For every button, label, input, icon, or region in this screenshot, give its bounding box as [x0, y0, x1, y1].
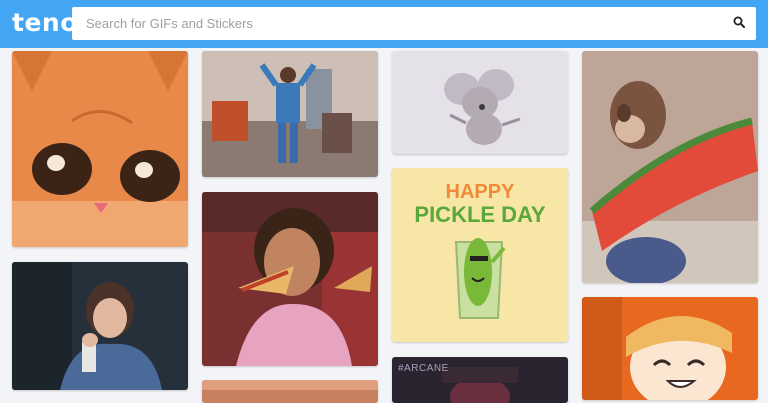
dancing-man-image: [202, 51, 378, 177]
mouse-image: [392, 51, 568, 154]
gif-tile-arcane[interactable]: #ARCANE: [392, 357, 568, 403]
partial-image: [202, 380, 378, 403]
gif-tile-monkey-watermelon[interactable]: [582, 51, 758, 283]
gif-tile-pizza-girl[interactable]: [202, 192, 378, 366]
search-input[interactable]: [72, 7, 712, 40]
gif-tile-partial[interactable]: [202, 380, 378, 403]
gif-tile-cat[interactable]: [12, 51, 188, 247]
pickle-heading-line1: HAPPY: [446, 181, 516, 203]
gif-tile-dancing-man[interactable]: [202, 51, 378, 177]
pickle-heading-line2: PICKLE DAY: [414, 202, 546, 227]
search-icon: [733, 15, 745, 33]
gif-tile-mouse[interactable]: [392, 51, 568, 154]
woman-image: [12, 262, 188, 390]
monkey-watermelon-image: [582, 51, 758, 283]
search-box: [72, 7, 756, 40]
pickle-day-image: HAPPY PICKLE DAY: [392, 168, 568, 342]
gif-tile-anime-girl[interactable]: [582, 297, 758, 400]
gif-tile-woman[interactable]: [12, 262, 188, 390]
anime-girl-image: [582, 297, 758, 400]
cat-image: [12, 51, 188, 247]
search-button[interactable]: [728, 13, 750, 35]
top-bar: tenor: [0, 0, 768, 48]
gif-tile-pickle-day[interactable]: HAPPY PICKLE DAY: [392, 168, 568, 342]
arcane-overlay-text: #ARCANE: [398, 363, 449, 374]
pizza-girl-image: [202, 192, 378, 366]
